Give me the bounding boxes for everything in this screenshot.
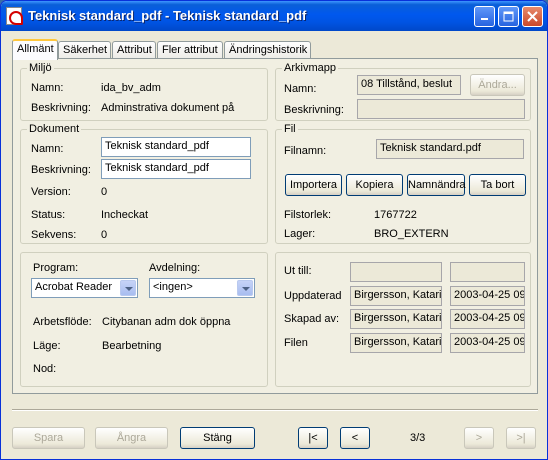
- miljo-namn-value: ida_bv_adm: [101, 82, 161, 94]
- status-value: Incheckat: [101, 209, 149, 221]
- skapad-date-field: 2003-04-25 09: [450, 309, 525, 329]
- dokument-group: Dokument Namn: Teknisk standard_pdf Besk…: [20, 123, 268, 244]
- dokument-namn-input[interactable]: Teknisk standard_pdf: [101, 137, 251, 157]
- tab-allmant[interactable]: Allmänt: [12, 39, 58, 60]
- fil-group: Fil Filnamn: Teknisk standard.pdf Import…: [275, 123, 531, 244]
- chevron-down-icon[interactable]: [120, 280, 136, 296]
- miljo-title: Miljö: [27, 62, 54, 74]
- uppdaterad-date-field: 2003-04-25 09: [450, 286, 525, 306]
- miljo-beskrivning-label: Beskrivning:: [31, 102, 91, 114]
- namnandra-button[interactable]: Namnändra: [407, 174, 465, 196]
- miljo-beskrivning-value: Adminstrativa dokument på: [101, 102, 235, 114]
- lager-label: Lager:: [284, 228, 316, 240]
- angra-button[interactable]: Ångra: [95, 427, 168, 449]
- lage-value: Bearbetning: [102, 340, 162, 352]
- footer-separator: [12, 409, 538, 411]
- version-value: 0: [101, 186, 108, 198]
- chevron-down-icon[interactable]: [237, 280, 253, 296]
- fil-title: Fil: [282, 123, 298, 135]
- arkivmapp-beskrivning-label: Beskrivning:: [284, 104, 344, 116]
- program-select-value: Acrobat Reader: [35, 281, 113, 293]
- program-label: Program:: [33, 262, 79, 274]
- arbetsflode-label: Arbetsflöde:: [33, 316, 92, 328]
- minimize-button[interactable]: [474, 6, 495, 27]
- history-group: Ut till: Uppdaterad Birgersson, Katari 2…: [275, 252, 531, 387]
- dokument-title: Dokument: [27, 123, 82, 135]
- close-icon: [527, 11, 538, 22]
- avdelning-label: Avdelning:: [149, 262, 201, 274]
- previous-record-button[interactable]: <: [340, 427, 370, 449]
- sekvens-value: 0: [101, 229, 108, 241]
- avdelning-select[interactable]: <ingen>: [149, 278, 255, 298]
- uppdaterad-label: Uppdaterad: [284, 290, 342, 302]
- version-label: Version:: [31, 186, 71, 198]
- dokument-beskrivning-label: Beskrivning:: [31, 164, 91, 176]
- tab-sakerhet[interactable]: Säkerhet: [58, 41, 111, 59]
- sekvens-label: Sekvens:: [31, 229, 77, 241]
- filnamn-field: Teknisk standard.pdf: [376, 139, 524, 159]
- lage-label: Läge:: [33, 340, 61, 352]
- dokument-namn-label: Namn:: [31, 143, 64, 155]
- stang-button[interactable]: Stäng: [180, 427, 255, 449]
- filen-user-field: Birgersson, Katari: [350, 333, 442, 353]
- miljo-namn-label: Namn:: [31, 82, 64, 94]
- arkivmapp-group: Arkivmapp Namn: 08 Tillstånd, beslut Änd…: [275, 62, 531, 121]
- arkivmapp-beskrivning-field: [357, 99, 525, 119]
- spara-button[interactable]: Spara: [12, 427, 85, 449]
- filstorlek-value: 1767722: [374, 209, 417, 221]
- dialog-window: Teknisk standard_pdf - Teknisk standard_…: [0, 0, 548, 460]
- arkivmapp-namn-field: 08 Tillstånd, beslut: [357, 75, 461, 95]
- ut-till-label: Ut till:: [284, 265, 312, 277]
- arkivmapp-title: Arkivmapp: [282, 62, 338, 74]
- nod-label: Nod:: [33, 363, 57, 375]
- filen-label: Filen: [284, 337, 308, 349]
- kopiera-button[interactable]: Kopiera: [346, 174, 403, 196]
- maximize-icon: [503, 11, 514, 22]
- ut-till-date-field: [450, 262, 525, 282]
- ta-bort-button[interactable]: Ta bort: [469, 174, 526, 196]
- filnamn-label: Filnamn:: [284, 145, 327, 157]
- ut-till-user-field: [350, 262, 442, 282]
- filstorlek-label: Filstorlek:: [284, 209, 332, 221]
- lager-value: BRO_EXTERN: [374, 228, 449, 240]
- dokument-beskrivning-input[interactable]: Teknisk standard_pdf: [101, 159, 251, 179]
- skapad-label: Skapad av:: [284, 313, 340, 325]
- andra-button[interactable]: Ändra...: [470, 74, 525, 96]
- close-button[interactable]: [522, 6, 543, 27]
- record-counter: 3/3: [410, 432, 426, 444]
- window-title: Teknisk standard_pdf - Teknisk standard_…: [28, 8, 307, 23]
- tab-attribut[interactable]: Attribut: [112, 41, 156, 59]
- filen-date-field: 2003-04-25 09: [450, 333, 525, 353]
- tab-fler-attribut[interactable]: Fler attribut: [157, 41, 223, 59]
- program-group: Program: Acrobat Reader Avdelning: <inge…: [20, 252, 268, 387]
- maximize-button[interactable]: [498, 6, 519, 27]
- importera-button[interactable]: Importera: [285, 174, 342, 196]
- tab-panel-allmant: Miljö Namn: ida_bv_adm Beskrivning: Admi…: [12, 58, 538, 394]
- arkivmapp-namn-label: Namn:: [284, 83, 317, 95]
- tab-andringshistorik[interactable]: Ändringshistorik: [224, 41, 311, 59]
- avdelning-select-value: <ingen>: [153, 281, 193, 293]
- title-bar[interactable]: Teknisk standard_pdf - Teknisk standard_…: [1, 1, 547, 31]
- minimize-icon: [480, 18, 488, 20]
- uppdaterad-user-field: Birgersson, Katari: [350, 286, 442, 306]
- first-record-button[interactable]: |<: [298, 427, 328, 449]
- last-record-button[interactable]: >|: [506, 427, 536, 449]
- arbetsflode-value: Citybanan adm dok öppna: [102, 316, 231, 328]
- skapad-user-field: Birgersson, Katari: [350, 309, 442, 329]
- miljo-group: Miljö Namn: ida_bv_adm Beskrivning: Admi…: [20, 62, 268, 121]
- program-select[interactable]: Acrobat Reader: [31, 278, 138, 298]
- status-label: Status:: [31, 209, 66, 221]
- next-record-button[interactable]: >: [464, 427, 494, 449]
- pdf-icon: [6, 7, 23, 25]
